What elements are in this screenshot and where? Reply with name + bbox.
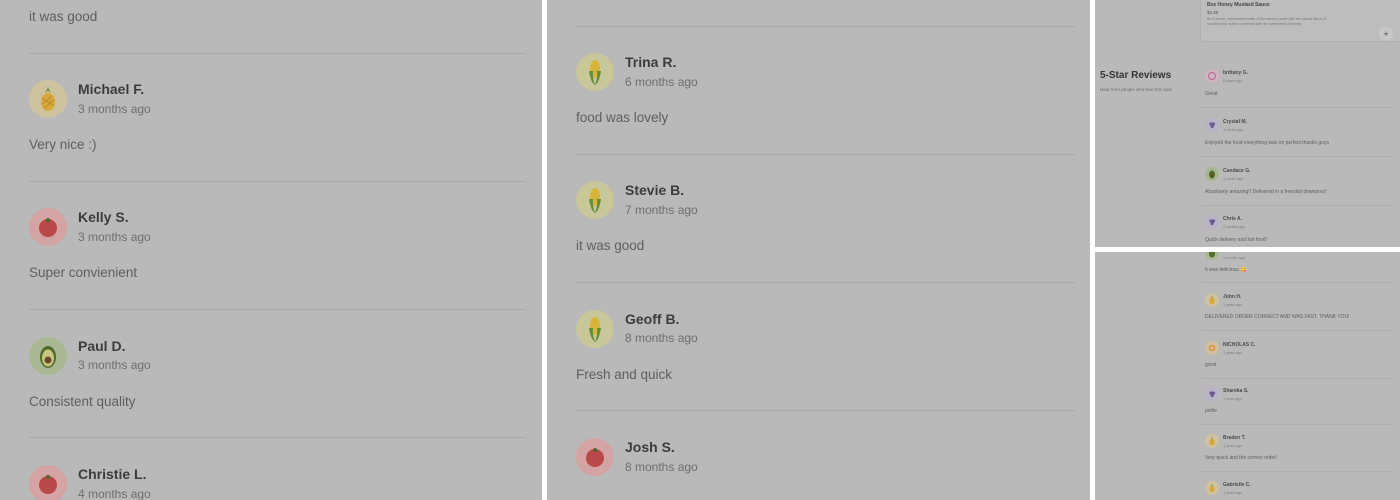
corn-icon — [576, 181, 614, 219]
review-text: Quick delivery and hot food! — [1205, 237, 1267, 243]
review-text: great — [1205, 362, 1217, 368]
review-text: It was delicious 😋 — [1205, 267, 1247, 273]
divider — [1201, 424, 1392, 425]
avocado-icon — [1205, 167, 1219, 181]
review-text: Super convienient — [29, 265, 138, 280]
reviews-panel-left: it was good Michael F. 3 months ago Very… — [0, 0, 542, 500]
divider — [575, 154, 1075, 155]
review-time: 1 year ago — [1223, 396, 1242, 401]
tomato-icon — [576, 438, 614, 476]
divider — [29, 181, 526, 182]
avocado-icon — [1205, 252, 1219, 260]
review-text: DELIVERED ORDER CORRECT AND WAS FAST. TH… — [1205, 314, 1350, 320]
review-text: it was good — [29, 9, 98, 24]
grapes-icon — [1205, 215, 1219, 229]
orange-icon — [1205, 341, 1219, 355]
review-time: 2 weeks ago — [1223, 224, 1246, 229]
review-text: Consistent quality — [29, 394, 136, 409]
review-text: Absolutely amazing!! Delivered in a free… — [1205, 189, 1327, 195]
divider — [1201, 107, 1392, 108]
store-page-preview-bottom: 1 month ago It was delicious 😋 John H. 1… — [1095, 252, 1400, 500]
reviewer-name: Braden T. — [1223, 435, 1246, 441]
divider — [575, 282, 1075, 283]
review-text: Fresh and quick — [576, 367, 673, 382]
review-time: 1 year ago — [1223, 302, 1242, 307]
reviewer-name: Michael F. — [78, 81, 145, 97]
reviewer-name: Josh S. — [625, 439, 675, 455]
reviews-panel-middle: Trina R. 6 months ago food was lovely St… — [547, 0, 1090, 500]
review-time: 8 months ago — [625, 331, 698, 345]
product-card[interactable]: Boz Honey Mustard Sauce $2.99 An 8 ounce… — [1200, 0, 1400, 42]
pineapple-icon — [29, 80, 67, 118]
review-time: 3 months ago — [78, 102, 151, 116]
section-title: 5-Star Reviews — [1100, 70, 1172, 81]
reviewer-name: Candace G. — [1223, 168, 1251, 174]
reviewer-name: Paul D. — [78, 338, 126, 354]
divider — [29, 53, 526, 54]
review-time: 6 months ago — [625, 75, 698, 89]
divider — [29, 309, 526, 310]
divider — [1201, 282, 1392, 283]
add-item-button[interactable]: + — [1379, 27, 1393, 41]
reviewer-name: brittany G. — [1223, 70, 1249, 76]
divider — [575, 26, 1075, 27]
divider — [1201, 330, 1392, 331]
review-text: Enjoyed the food everything was on perfe… — [1205, 140, 1329, 146]
product-description: An 8 ounce, squeezable bottle of the sav… — [1207, 17, 1326, 26]
review-text: Very quick and the correct order! — [1205, 455, 1278, 461]
reviewer-name: John H. — [1223, 294, 1242, 300]
reviewer-name: Gabrielle C. — [1223, 482, 1251, 488]
reviewer-name: Crystal M. — [1223, 119, 1247, 125]
avocado-icon — [29, 337, 67, 375]
divider — [575, 410, 1075, 411]
grapes-icon — [1205, 118, 1219, 132]
reviewer-name: Stevie B. — [625, 182, 685, 198]
section-subtitle: Hear from people who love this spot — [1100, 87, 1172, 92]
reviewer-name: Shareka S. — [1223, 388, 1249, 394]
reviewer-name: Kelly S. — [78, 209, 129, 225]
tomato-icon — [29, 208, 67, 246]
corn-icon — [576, 310, 614, 348]
store-page-preview-top: Boz Honey Mustard Sauce $2.99 An 8 ounce… — [1095, 0, 1400, 247]
review-time: 1 week ago — [1223, 127, 1244, 132]
divider — [1201, 471, 1392, 472]
review-time: 1 year ago — [1223, 443, 1242, 448]
review-time: 3 months ago — [78, 230, 151, 244]
review-text: food was lovely — [576, 110, 669, 125]
pineapple-icon — [1205, 293, 1219, 307]
review-time: 6 days ago — [1223, 78, 1243, 83]
reviewer-name: Trina R. — [625, 54, 677, 70]
pineapple-icon — [1205, 481, 1219, 495]
review-time: 4 months ago — [78, 487, 151, 500]
onion-icon — [1205, 69, 1219, 83]
reviewer-name: NICHOLAS C. — [1223, 342, 1256, 348]
review-time: 1 year ago — [1223, 350, 1242, 355]
tomato-icon — [29, 465, 67, 500]
review-text: Very nice :) — [29, 137, 97, 152]
divider — [1201, 205, 1392, 206]
reviewer-name: Chris A. — [1223, 216, 1242, 222]
pineapple-icon — [1205, 434, 1219, 448]
review-time: 1 year ago — [1223, 490, 1242, 495]
corn-icon — [576, 53, 614, 91]
review-time: 8 months ago — [625, 460, 698, 474]
reviewer-name: Geoff B. — [625, 311, 680, 327]
divider — [1201, 378, 1392, 379]
divider — [29, 437, 526, 438]
product-price: $2.99 — [1207, 10, 1219, 15]
review-text: Great — [1205, 91, 1218, 97]
divider — [1201, 156, 1392, 157]
review-text: it was good — [576, 238, 645, 253]
review-time: 1 week ago — [1223, 176, 1244, 181]
review-text: polite — [1205, 408, 1217, 414]
grapes-icon — [1205, 387, 1219, 401]
review-time: 7 months ago — [625, 203, 698, 217]
reviewer-name: Christie L. — [78, 466, 147, 482]
product-title: Boz Honey Mustard Sauce — [1207, 2, 1270, 8]
review-time: 3 months ago — [78, 358, 151, 372]
review-time: 1 month ago — [1223, 255, 1246, 260]
